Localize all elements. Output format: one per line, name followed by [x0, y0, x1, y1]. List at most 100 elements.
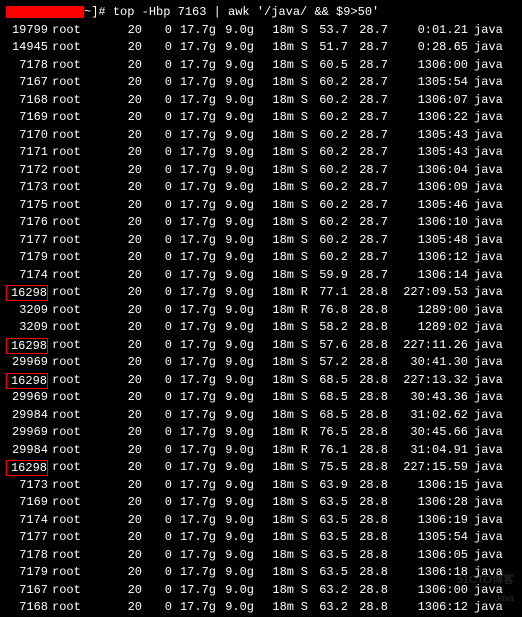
- col-virt: 17.7g: [172, 92, 216, 110]
- col-pid: 14945: [6, 39, 48, 57]
- col-mem: 28.8: [348, 547, 388, 565]
- col-state: S: [294, 407, 308, 425]
- col-cpu: 68.5: [308, 372, 348, 390]
- col-cpu: 63.5: [308, 547, 348, 565]
- col-mem: 28.8: [348, 564, 388, 582]
- col-cpu: 60.2: [308, 214, 348, 232]
- col-ni: 0: [142, 547, 172, 565]
- col-ni: 0: [142, 337, 172, 355]
- col-state: S: [294, 319, 308, 337]
- col-time: 31:02.62: [388, 407, 468, 425]
- col-user: root: [52, 179, 88, 197]
- col-user: root: [52, 39, 88, 57]
- col-virt: 17.7g: [172, 477, 216, 495]
- col-time: 1306:05: [388, 547, 468, 565]
- col-pr: 20: [88, 39, 142, 57]
- col-pr: 20: [88, 249, 142, 267]
- col-virt: 17.7g: [172, 22, 216, 40]
- col-pid: 16298: [6, 460, 48, 476]
- col-time: 30:45.66: [388, 424, 468, 442]
- col-res: 9.0g: [216, 599, 254, 617]
- col-virt: 17.7g: [172, 249, 216, 267]
- col-res: 9.0g: [216, 109, 254, 127]
- col-pr: 20: [88, 74, 142, 92]
- process-row: 7173root20017.7g9.0g18mS63.928.81306:15j…: [6, 477, 516, 495]
- col-shr: 18m: [254, 547, 294, 565]
- col-shr: 18m: [254, 92, 294, 110]
- col-pr: 20: [88, 477, 142, 495]
- col-cpu: 63.9: [308, 477, 348, 495]
- col-state: S: [294, 564, 308, 582]
- col-ni: 0: [142, 162, 172, 180]
- col-res: 9.0g: [216, 389, 254, 407]
- col-shr: 18m: [254, 564, 294, 582]
- col-cpu: 60.2: [308, 249, 348, 267]
- col-state: S: [294, 389, 308, 407]
- col-cmd: java: [468, 284, 508, 302]
- col-res: 9.0g: [216, 582, 254, 600]
- col-cmd: java: [468, 529, 508, 547]
- col-state: S: [294, 337, 308, 355]
- col-cpu: 60.5: [308, 57, 348, 75]
- process-row: 7176root20017.7g9.0g18mS60.228.71306:10j…: [6, 214, 516, 232]
- col-user: root: [52, 547, 88, 565]
- col-mem: 28.8: [348, 319, 388, 337]
- col-cpu: 60.2: [308, 162, 348, 180]
- col-res: 9.0g: [216, 74, 254, 92]
- col-virt: 17.7g: [172, 267, 216, 285]
- col-mem: 28.7: [348, 144, 388, 162]
- col-user: root: [52, 372, 88, 390]
- col-time: 1306:12: [388, 249, 468, 267]
- col-shr: 18m: [254, 232, 294, 250]
- col-virt: 17.7g: [172, 372, 216, 390]
- col-ni: 0: [142, 477, 172, 495]
- col-shr: 18m: [254, 74, 294, 92]
- col-virt: 17.7g: [172, 74, 216, 92]
- col-user: root: [52, 197, 88, 215]
- col-shr: 18m: [254, 302, 294, 320]
- col-res: 9.0g: [216, 22, 254, 40]
- col-pid: 7177: [6, 529, 48, 547]
- col-virt: 17.7g: [172, 179, 216, 197]
- process-row: 16298root20017.7g9.0g18mS57.628.8227:11.…: [6, 337, 516, 355]
- col-ni: 0: [142, 109, 172, 127]
- col-mem: 28.7: [348, 22, 388, 40]
- col-shr: 18m: [254, 197, 294, 215]
- col-res: 9.0g: [216, 459, 254, 477]
- col-pid: 7170: [6, 127, 48, 145]
- col-ni: 0: [142, 127, 172, 145]
- col-time: 1306:28: [388, 494, 468, 512]
- col-ni: 0: [142, 512, 172, 530]
- col-ni: 0: [142, 92, 172, 110]
- col-pr: 20: [88, 459, 142, 477]
- col-cpu: 58.2: [308, 319, 348, 337]
- col-ni: 0: [142, 214, 172, 232]
- col-shr: 18m: [254, 407, 294, 425]
- process-row: 7173root20017.7g9.0g18mS60.228.71306:09j…: [6, 179, 516, 197]
- process-row: 7171root20017.7g9.0g18mS60.228.71305:43j…: [6, 144, 516, 162]
- col-virt: 17.7g: [172, 547, 216, 565]
- col-ni: 0: [142, 582, 172, 600]
- col-shr: 18m: [254, 424, 294, 442]
- col-res: 9.0g: [216, 372, 254, 390]
- col-res: 9.0g: [216, 284, 254, 302]
- col-cpu: 59.9: [308, 267, 348, 285]
- col-pr: 20: [88, 512, 142, 530]
- col-time: 1306:04: [388, 162, 468, 180]
- col-ni: 0: [142, 302, 172, 320]
- col-res: 9.0g: [216, 127, 254, 145]
- col-state: S: [294, 109, 308, 127]
- col-mem: 28.8: [348, 529, 388, 547]
- col-pid: 7178: [6, 547, 48, 565]
- col-pid: 3209: [6, 319, 48, 337]
- col-pid: 7168: [6, 92, 48, 110]
- col-user: root: [52, 424, 88, 442]
- col-user: root: [52, 127, 88, 145]
- col-mem: 28.8: [348, 424, 388, 442]
- col-user: root: [52, 354, 88, 372]
- col-mem: 28.7: [348, 109, 388, 127]
- col-res: 9.0g: [216, 547, 254, 565]
- col-time: 1306:10: [388, 214, 468, 232]
- col-cpu: 63.5: [308, 564, 348, 582]
- col-cmd: java: [468, 214, 508, 232]
